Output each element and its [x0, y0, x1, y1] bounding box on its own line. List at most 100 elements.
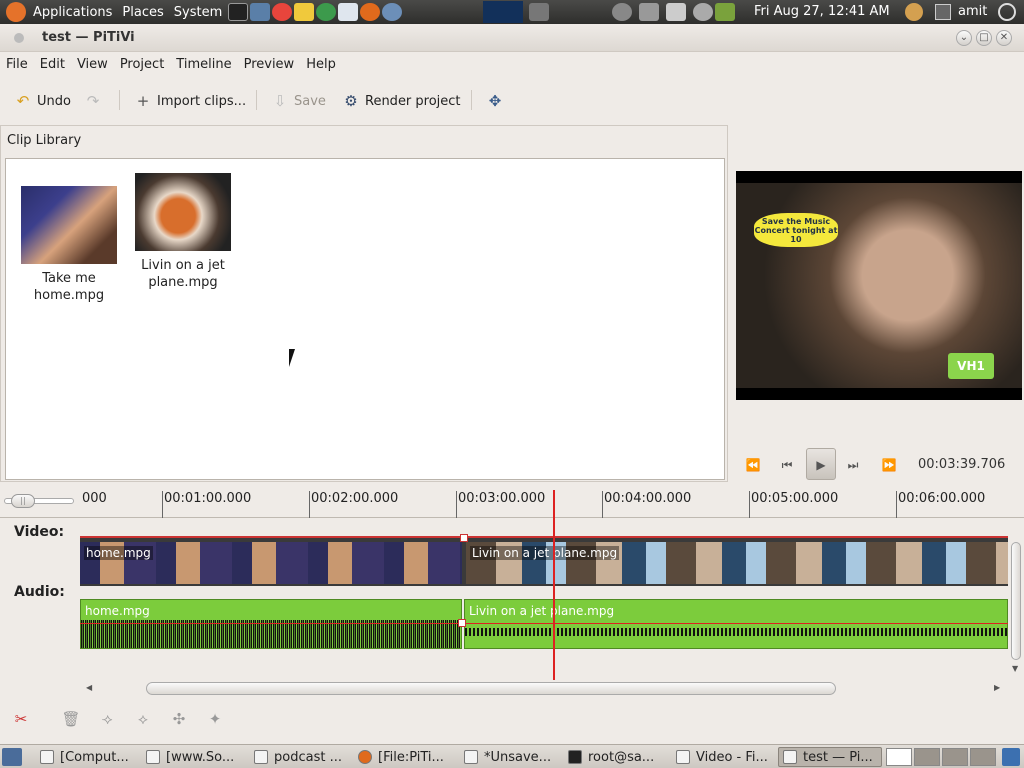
system-monitor-icon[interactable] [483, 1, 524, 23]
playhead[interactable] [553, 490, 555, 680]
playback-controls: ⏪ ⏮ ▶ ⏭ ⏩ 00:03:39.706 [736, 448, 1022, 480]
volume-icon[interactable] [639, 3, 660, 21]
workspace-3[interactable] [942, 748, 968, 766]
fast-forward-icon[interactable]: ⏩ [876, 454, 902, 476]
taskbar-item[interactable]: Video - Fi... [672, 747, 776, 767]
next-frame-icon[interactable]: ⏭ [840, 454, 866, 476]
timeline-ruler[interactable]: || 000 00:01:00.000 00:02:00.000 00:03:0… [0, 488, 1024, 518]
window-icon [40, 750, 54, 764]
taskbar-item[interactable]: [Comput... [36, 747, 138, 767]
rewind-icon[interactable]: ⏪ [740, 454, 766, 476]
zoom-slider[interactable]: || [4, 494, 74, 508]
taskbar-item[interactable]: podcast ... [250, 747, 350, 767]
notes-launcher-icon[interactable] [294, 3, 315, 21]
pitivi-icon [783, 750, 797, 764]
taskbar-item-active[interactable]: test — Pi... [778, 747, 882, 767]
help-launcher-icon[interactable] [272, 3, 293, 21]
menu-edit[interactable]: Edit [34, 57, 71, 72]
firefox-launcher-icon[interactable] [360, 3, 381, 21]
redo-button[interactable]: ↷ [84, 90, 107, 112]
horizontal-scrollbar-thumb[interactable] [146, 682, 836, 695]
menu-view[interactable]: View [71, 57, 114, 72]
previous-frame-icon[interactable]: ⏮ [774, 454, 800, 476]
clock[interactable]: Fri Aug 27, 12:41 AM [754, 4, 890, 19]
vertical-scrollbar-thumb[interactable] [1011, 542, 1021, 660]
taskbar-item[interactable]: *Unsave... [460, 747, 562, 767]
save-button[interactable]: ⇩ Save [271, 90, 326, 112]
ruler-tick: 000 [82, 491, 107, 506]
chrome-launcher-icon[interactable] [316, 3, 337, 21]
browser-launcher-icon[interactable] [382, 3, 403, 21]
transition-handle-icon[interactable] [460, 534, 468, 542]
audio-handle-icon[interactable] [458, 619, 466, 627]
computer-launcher-icon[interactable] [250, 3, 271, 21]
wifi-status-icon[interactable] [612, 3, 633, 21]
applications-menu[interactable]: Applications [28, 0, 117, 24]
taskbar-item[interactable]: root@sa... [564, 747, 670, 767]
workspace-4[interactable] [970, 748, 996, 766]
video-track[interactable]: home.mpg Livin on a jet plane.mpg [80, 534, 1008, 586]
close-icon[interactable]: ✕ [996, 30, 1012, 46]
menu-project[interactable]: Project [114, 57, 170, 72]
menu-file[interactable]: File [0, 57, 34, 72]
video-clip[interactable]: Livin on a jet plane.mpg [466, 542, 1008, 584]
scroll-right-icon[interactable]: ▶ [994, 683, 1000, 692]
mail-icon[interactable] [666, 3, 687, 21]
system-menu[interactable]: System [169, 0, 227, 24]
undo-button[interactable]: ↶ Undo [14, 90, 71, 112]
update-icon[interactable] [715, 3, 736, 21]
terminal-launcher-icon[interactable] [228, 3, 249, 21]
split-icon[interactable]: ✂ [10, 710, 32, 732]
user-menu[interactable]: amit [958, 4, 987, 19]
clip-item[interactable]: Take me home.mpg [14, 186, 124, 304]
clip-library-area[interactable]: Take me home.mpg Livin on a jet plane.mp… [5, 158, 725, 480]
workspace-2[interactable] [914, 748, 940, 766]
video-clip[interactable]: home.mpg [80, 542, 462, 584]
maximize-icon[interactable]: □ [976, 30, 992, 46]
zoom-slider-knob[interactable]: || [11, 494, 35, 508]
show-desktop-icon[interactable] [2, 748, 22, 766]
clip-thumbnail [21, 186, 117, 264]
trash-icon[interactable] [1002, 748, 1020, 766]
render-project-button[interactable]: ⚙ Render project [342, 90, 460, 112]
power-icon[interactable] [693, 3, 714, 21]
group-icon[interactable]: ✦ [204, 710, 226, 732]
audio-clip[interactable]: Livin on a jet plane.mpg [464, 599, 1008, 649]
ungroup-icon[interactable]: ✣ [168, 710, 190, 732]
horizontal-scrollbar[interactable]: ◀ ▶ [84, 682, 1004, 696]
window-menu-icon[interactable] [14, 33, 24, 43]
undo-icon: ↶ [16, 92, 30, 110]
play-button[interactable]: ▶ [806, 448, 836, 480]
fullscreen-button[interactable]: ✥ [486, 90, 509, 112]
shutdown-icon[interactable] [998, 3, 1016, 21]
plus-icon: + [136, 92, 150, 110]
places-menu[interactable]: Places [117, 0, 168, 24]
taskbar-item[interactable]: [www.So... [142, 747, 248, 767]
clip-item[interactable]: Livin on a jet plane.mpg [128, 173, 238, 291]
preview-logo: VH1 [948, 353, 994, 379]
unlink-icon[interactable]: ⟢ [96, 710, 118, 732]
taskbar-item[interactable]: [File:PiTi... [354, 747, 456, 767]
search-icon[interactable] [905, 3, 923, 21]
audio-track[interactable]: home.mpg Livin on a jet plane.mpg [80, 599, 1008, 649]
menu-timeline[interactable]: Timeline [170, 57, 237, 72]
import-clips-button[interactable]: + Import clips... [134, 90, 246, 112]
audio-clip[interactable]: home.mpg [80, 599, 462, 649]
toolbar: ↶ Undo ↷ + Import clips... ⇩ Save ⚙ Rend… [0, 82, 1024, 118]
menu-help[interactable]: Help [300, 57, 342, 72]
timeline-tools: ✂ 🗑 ⟢ ⟡ ✣ ✦ [0, 708, 260, 736]
workspace-1[interactable] [886, 748, 912, 766]
ubuntu-logo-icon[interactable] [6, 2, 26, 22]
vertical-scrollbar[interactable]: ▼ [1010, 536, 1022, 676]
scroll-down-icon[interactable]: ▼ [1012, 664, 1018, 673]
link-icon[interactable]: ⟡ [132, 710, 154, 732]
app-launcher-icon[interactable] [338, 3, 359, 21]
volume-line[interactable] [80, 623, 1008, 624]
menu-preview[interactable]: Preview [238, 57, 301, 72]
scroll-left-icon[interactable]: ◀ [86, 683, 92, 692]
title-bar[interactable]: test — PiTiVi ⌄ □ ✕ [0, 24, 1024, 52]
preview-viewer[interactable]: Save the Music Concert tonight at 10 VH1 [736, 171, 1022, 400]
minimize-icon[interactable]: ⌄ [956, 30, 972, 46]
network-status-icon[interactable] [529, 3, 550, 21]
delete-icon[interactable]: 🗑 [60, 710, 82, 732]
